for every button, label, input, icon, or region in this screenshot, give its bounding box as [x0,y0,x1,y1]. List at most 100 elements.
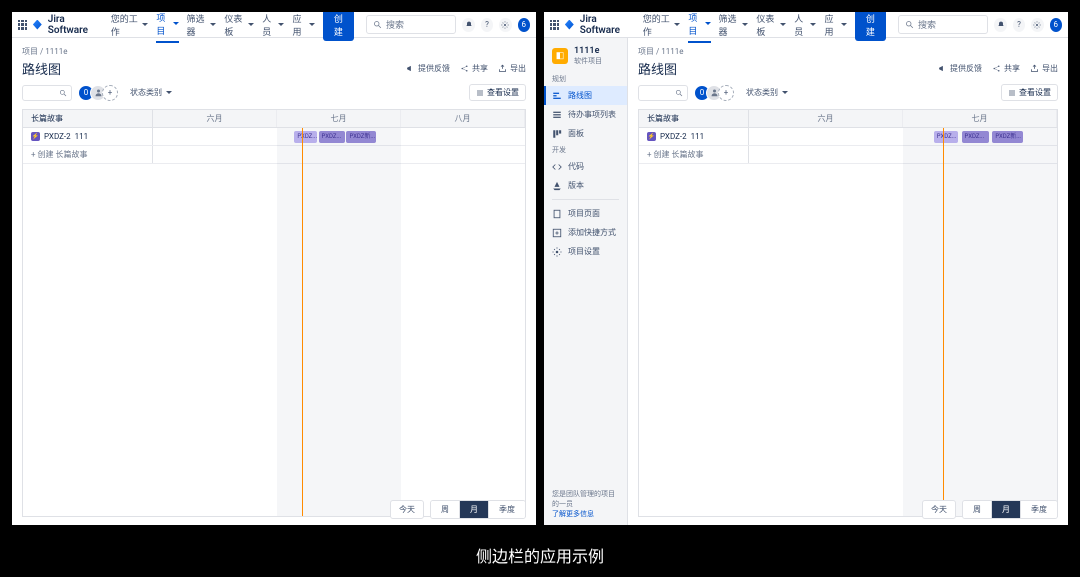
assignee-filter[interactable]: 0 + [694,85,734,101]
search-icon [59,89,67,97]
export-icon [498,64,507,73]
zoom-quarter[interactable]: 季度 [1020,501,1057,518]
project-type: 软件项目 [574,56,602,66]
profile-avatar[interactable]: 6 [1050,18,1062,32]
board-icon [552,129,562,139]
sidebar-group-planning: 规划 [544,72,627,86]
status-category-filter[interactable]: 状态类别 [740,84,794,101]
epic-title: 111 [75,132,89,141]
export-action[interactable]: 导出 [498,63,526,74]
global-search[interactable]: 搜索 [898,15,988,34]
today-button[interactable]: 今天 [390,500,424,519]
sliders-icon [1008,89,1016,97]
month-label: 六月 [749,110,903,127]
share-action[interactable]: 共享 [460,63,488,74]
feedback-action[interactable]: 提供反馈 [938,63,982,74]
search-placeholder: 搜索 [386,18,404,31]
roadmap-search[interactable] [638,85,688,101]
epic-icon: ⚡ [31,132,40,141]
roadmap-grid: 长篇故事 六月 七月 八月 ⚡ PXDZ-2 [22,109,526,517]
sidebar-item-backlog[interactable]: 待办事项列表 [544,105,627,124]
zoom-quarter[interactable]: 季度 [488,501,525,518]
export-action[interactable]: 导出 [1030,63,1058,74]
search-icon [675,89,683,97]
sidebar-item-roadmap[interactable]: 路线图 [544,86,627,105]
share-action[interactable]: 共享 [992,63,1020,74]
roadmap-search[interactable] [22,85,72,101]
create-button[interactable]: 创建 [855,12,886,41]
roadmap-grid: 长篇故事 六月 七月 ⚡ PXDZ-2 111 [638,109,1058,517]
zoom-segmented-control: 周 月 季度 [962,500,1058,519]
roadmap-icon [552,91,562,101]
breadcrumb[interactable]: 项目 / 1111e [22,46,526,57]
status-category-filter[interactable]: 状态类别 [124,84,178,101]
topbar: Jira Software 您的工作 项目 筛选器 仪表板 人员 应用 创建 搜… [12,12,536,38]
zoom-segmented-control: 周 月 季度 [430,500,526,519]
add-people-icon[interactable]: + [718,85,734,101]
create-button[interactable]: 创建 [323,12,354,41]
month-label: 六月 [153,110,277,127]
notifications-icon[interactable] [462,18,474,32]
settings-icon[interactable] [499,18,511,32]
today-marker [943,128,944,516]
settings-icon[interactable] [1031,18,1043,32]
page-title: 路线图 [22,59,61,78]
main-content: 项目 / 1111e 路线图 提供反馈 共享 [628,38,1068,525]
notifications-icon[interactable] [994,18,1006,32]
zoom-week[interactable]: 周 [431,501,459,518]
page-icon [552,209,562,219]
share-icon [460,64,469,73]
figure-caption: 侧边栏的应用示例 [0,543,1080,567]
topbar: Jira Software 您的工作 项目 筛选器 仪表板 人员 应用 创建 搜… [544,12,1068,38]
sidebar-item-releases[interactable]: 版本 [544,176,627,195]
brand-name: Jira Software [48,14,101,36]
search-icon [373,20,382,29]
column-header-epic: 长篇故事 [23,110,153,127]
learn-more-link[interactable]: 了解更多信息 [552,509,619,519]
assignee-filter[interactable]: 0 + [78,85,118,101]
sidebar-item-code[interactable]: 代码 [544,157,627,176]
breadcrumb[interactable]: 项目 / 1111e [638,46,1058,57]
today-button[interactable]: 今天 [922,500,956,519]
feedback-action[interactable]: 提供反馈 [406,63,450,74]
project-name: 1111e [574,46,602,56]
jira-logo-icon [565,20,574,30]
profile-avatar[interactable]: 6 [518,18,530,32]
today-marker [302,128,303,516]
column-header-epic: 长篇故事 [639,110,749,127]
sidebar-project-header[interactable]: ◧ 1111e 软件项目 [544,38,627,72]
app-switcher-icon[interactable] [18,20,27,30]
export-icon [1030,64,1039,73]
help-icon[interactable]: ? [1013,18,1025,32]
zoom-week[interactable]: 周 [963,501,991,518]
add-people-icon[interactable]: + [102,85,118,101]
jira-logo-icon [33,20,42,30]
help-icon[interactable]: ? [481,18,493,32]
ship-icon [552,181,562,191]
search-placeholder: 搜索 [918,18,936,31]
app-switcher-icon[interactable] [550,20,559,30]
zoom-month[interactable]: 月 [459,501,488,518]
sidebar-group-dev: 开发 [544,143,627,157]
view-settings-button[interactable]: 查看设置 [469,84,526,101]
sidebar-item-pages[interactable]: 项目页面 [544,204,627,223]
epic-key: PXDZ-2 [660,132,687,141]
sidebar-item-add-shortcut[interactable]: 添加快捷方式 [544,223,627,242]
jira-window-expanded: Jira Software 您的工作 项目 筛选器 仪表板 人员 应用 创建 搜… [544,12,1068,525]
global-search[interactable]: 搜索 [366,15,456,34]
epic-icon: ⚡ [647,132,656,141]
megaphone-icon [406,64,415,73]
sidebar-footer: 您是团队管理的项目的一员 了解更多信息 [544,483,627,525]
epic-title: 111 [691,132,705,141]
gear-icon [552,247,562,257]
month-label: 七月 [903,110,1057,127]
zoom-month[interactable]: 月 [991,501,1020,518]
sidebar-item-board[interactable]: 面板 [544,124,627,143]
backlog-icon [552,110,562,120]
month-label: 八月 [401,110,525,127]
view-settings-button[interactable]: 查看设置 [1001,84,1058,101]
project-sidebar: ◧ 1111e 软件项目 规划 路线图 待办事项列表 面板 [544,38,628,525]
jira-window-collapsed: Jira Software 您的工作 项目 筛选器 仪表板 人员 应用 创建 搜… [12,12,536,525]
project-avatar-icon: ◧ [552,48,568,64]
sidebar-item-settings[interactable]: 项目设置 [544,242,627,261]
